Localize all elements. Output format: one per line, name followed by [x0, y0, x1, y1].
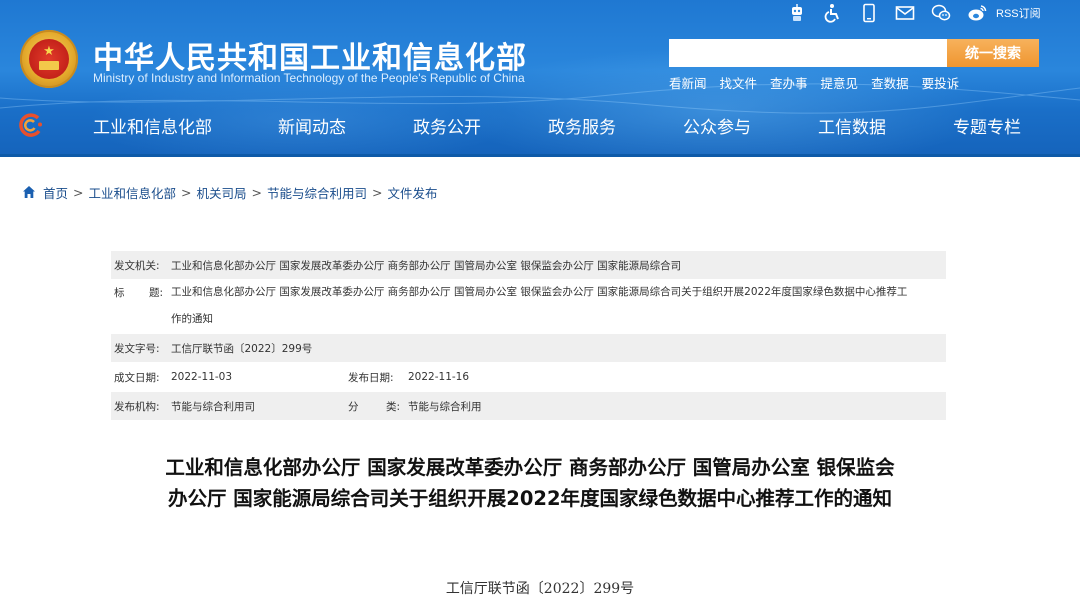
breadcrumb: 首页 > 工业和信息化部 > 机关司局 > 节能与综合利用司 > 文件发布 [22, 183, 438, 201]
quick-links: 看新闻 找文件 查办事 提意见 查数据 要投诉 [669, 73, 972, 92]
created-date-label: 成文日期: [114, 371, 160, 384]
title-value-line2: 作的通知 [171, 313, 213, 325]
issuer-value: 工业和信息化部办公厅 国家发展改革委办公厅 商务部办公厅 国管局办公室 银保监会… [171, 259, 682, 272]
breadcrumb-home[interactable]: 首页 [43, 183, 68, 202]
quick-link-complaint[interactable]: 要投诉 [922, 73, 960, 92]
quick-link-feedback[interactable]: 提意见 [821, 73, 859, 92]
info-row-title: 标 题: 工业和信息化部办公厅 国家发展改革委办公厅 商务部办公厅 国管局办公室… [111, 279, 946, 334]
category-label-part2: 类: [385, 400, 400, 413]
nav-item-miit[interactable]: 工业和信息化部 [93, 113, 212, 138]
doc-number-label: 发文字号: [114, 342, 160, 355]
breadcrumb-separator: > [73, 184, 84, 200]
issuer-label: 发文机关: [114, 259, 160, 272]
title-label-part2: 题: [148, 287, 163, 299]
accessibility-icon[interactable] [823, 3, 843, 23]
breadcrumb-departments[interactable]: 机关司局 [197, 183, 247, 202]
rss-subscribe-link[interactable]: RSS订阅 [996, 5, 1041, 21]
info-row-org-category: 发布机构: 节能与综合利用司 分 类: 节能与综合利用 [111, 392, 946, 420]
header-bottom-border [0, 154, 1080, 157]
quick-link-news[interactable]: 看新闻 [669, 73, 707, 92]
article-document-number: 工信厅联节函〔2022〕299号 [445, 581, 635, 597]
title-value-line1: 工业和信息化部办公厅 国家发展改革委办公厅 商务部办公厅 国管局办公室 银保监会… [171, 286, 908, 298]
publishing-org-value: 节能与综合利用司 [171, 400, 255, 413]
created-date-value: 2022-11-03 [171, 371, 233, 383]
article-title: 工业和信息化部办公厅 国家发展改革委办公厅 商务部办公厅 国管局办公室 银保监会… [110, 452, 950, 514]
nav-item-public-participation[interactable]: 公众参与 [683, 113, 751, 138]
search-input[interactable] [669, 39, 947, 67]
document-info-table: 发文机关: 工业和信息化部办公厅 国家发展改革委办公厅 商务部办公厅 国管局办公… [111, 251, 946, 420]
main-navigation: 工业和信息化部 新闻动态 政务公开 政务服务 公众参与 工信数据 专题专栏 [0, 105, 1080, 145]
miit-logo-icon[interactable] [18, 113, 44, 137]
national-emblem-logo[interactable]: ★ [20, 30, 78, 88]
doc-number-value: 工信厅联节函〔2022〕299号 [171, 342, 313, 355]
info-row-doc-number: 发文字号: 工信厅联节函〔2022〕299号 [111, 334, 946, 362]
robot-icon[interactable] [787, 3, 807, 23]
nav-item-special-topics[interactable]: 专题专栏 [953, 113, 1021, 138]
wechat-icon[interactable] [931, 3, 951, 23]
article-title-line2: 办公厅 国家能源局综合司关于组织开展2022年度国家绿色数据中心推荐工作的通知 [167, 487, 893, 510]
mobile-icon[interactable] [859, 3, 879, 23]
site-header: ★ 中华人民共和国工业和信息化部 Ministry of Industry an… [0, 0, 1080, 157]
weibo-icon[interactable] [967, 3, 987, 23]
breadcrumb-energy-saving-dept[interactable]: 节能与综合利用司 [267, 183, 367, 202]
category-label-part1: 分 [348, 400, 359, 413]
breadcrumb-document-release[interactable]: 文件发布 [388, 183, 438, 202]
nav-item-government-affairs[interactable]: 政务公开 [413, 113, 481, 138]
info-row-dates: 成文日期: 2022-11-03 发布日期: 2022-11-16 [111, 362, 946, 392]
mail-icon[interactable] [895, 3, 915, 23]
home-icon[interactable] [22, 185, 36, 199]
publishing-org-label: 发布机构: [114, 400, 160, 413]
title-label-part1: 标 [114, 287, 125, 299]
top-utility-icons [787, 2, 1003, 24]
nav-item-data[interactable]: 工信数据 [818, 113, 886, 138]
nav-item-services[interactable]: 政务服务 [548, 113, 616, 138]
quick-link-documents[interactable]: 找文件 [720, 73, 758, 92]
article-title-line1: 工业和信息化部办公厅 国家发展改革委办公厅 商务部办公厅 国管局办公室 银保监会 [165, 456, 895, 479]
breadcrumb-miit[interactable]: 工业和信息化部 [89, 183, 177, 202]
breadcrumb-separator: > [372, 184, 383, 200]
unified-search-button[interactable]: 统一搜索 [947, 39, 1039, 67]
nav-item-news[interactable]: 新闻动态 [278, 113, 346, 138]
quick-link-services[interactable]: 查办事 [770, 73, 808, 92]
breadcrumb-separator: > [251, 184, 262, 200]
site-subtitle: Ministry of Industry and Information Tec… [93, 71, 525, 85]
breadcrumb-separator: > [181, 184, 192, 200]
category-value: 节能与综合利用 [408, 400, 482, 413]
published-date-value: 2022-11-16 [408, 371, 470, 383]
quick-link-data[interactable]: 查数据 [871, 73, 909, 92]
published-date-label: 发布日期: [348, 371, 394, 384]
